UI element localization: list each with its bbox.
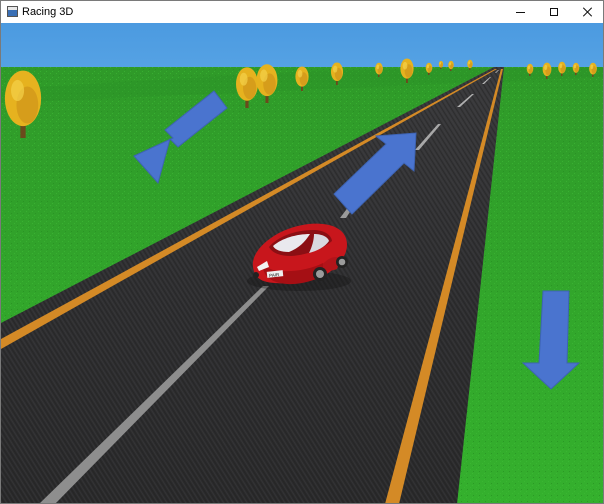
scene-canvas[interactable]: PAIR [1, 23, 603, 504]
close-icon [582, 7, 592, 17]
app-window-icon [7, 6, 18, 17]
maximize-button[interactable] [537, 1, 571, 23]
window-title: Racing 3D [22, 6, 74, 18]
minimize-button[interactable] [503, 1, 537, 23]
maximize-icon [550, 8, 558, 16]
title-bar[interactable]: Racing 3D [1, 1, 603, 23]
game-window: Racing 3D PAIR [0, 0, 604, 504]
close-button[interactable] [570, 1, 603, 23]
minimize-icon [515, 11, 525, 13]
game-viewport[interactable]: PAIR [1, 23, 603, 504]
